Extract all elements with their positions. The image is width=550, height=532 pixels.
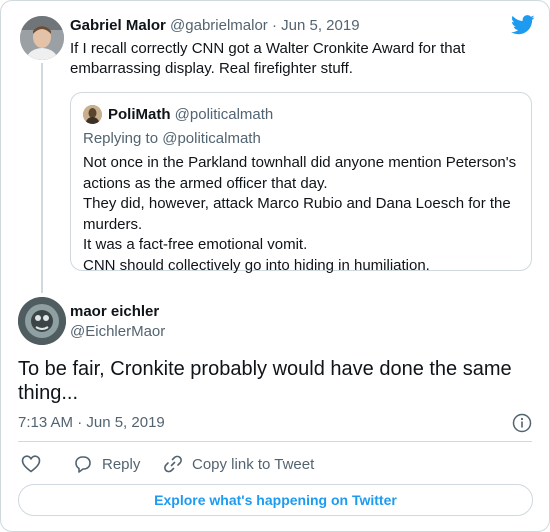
parent-author-handle[interactable]: @gabrielmalor (170, 17, 268, 34)
tweet-timestamp[interactable]: 7:13 AM · Jun 5, 2019 (18, 414, 165, 431)
reply-button[interactable]: Reply (73, 454, 140, 474)
copy-link-label: Copy link to Tweet (192, 455, 315, 473)
main-tweet-text: To be fair, Cronkite probably would have… (18, 357, 528, 405)
quoted-text-line: It was a fact-free emotional vomit. (83, 236, 308, 253)
reply-label: Reply (102, 455, 141, 473)
quoted-text-line: CNN should collectively go into hiding i… (83, 256, 430, 274)
parent-text-line-1: If I recall correctly CNN got a Walter C… (70, 40, 466, 57)
main-author-name[interactable]: maor eichler (70, 303, 159, 320)
meta-separator: · (267, 17, 282, 34)
parent-tweet-header: Gabriel Malor @gabrielmalor · Jun 5, 201… (70, 17, 360, 34)
twitter-bird-icon[interactable] (511, 15, 535, 35)
tweet-embed-card: Gabriel Malor @gabrielmalor · Jun 5, 201… (0, 0, 550, 532)
replying-to-text: Replying to @politicalmath (83, 130, 261, 147)
parent-tweet-date[interactable]: Jun 5, 2019 (281, 17, 359, 34)
thread-connector-line (41, 63, 43, 293)
quoted-text-line: They did, however, attack Marco Rubio an… (83, 195, 511, 212)
link-icon (164, 455, 182, 473)
heart-icon[interactable] (21, 454, 41, 474)
explore-twitter-button[interactable]: Explore what's happening on Twitter (18, 484, 533, 516)
quoted-author-handle: @politicalmath (174, 106, 274, 123)
main-text-line-2: thing... (18, 382, 79, 404)
gabriel-malor-avatar[interactable] (20, 16, 64, 60)
quoted-tweet[interactable]: PoliMath @politicalmath Replying to @pol… (70, 92, 532, 274)
quoted-author-name: PoliMath (108, 106, 171, 123)
info-icon[interactable] (512, 413, 532, 433)
parent-author-name[interactable]: Gabriel Malor (70, 17, 166, 34)
copy-link-button[interactable]: Copy link to Tweet (163, 454, 314, 474)
parent-tweet-text: If I recall correctly CNN got a Walter C… (70, 39, 510, 79)
quoted-tweet-text: Not once in the Parkland townhall did an… (83, 153, 523, 276)
speech-bubble-icon (75, 456, 91, 473)
parent-text-line-2: embarrassing display. Real firefighter s… (70, 60, 353, 77)
quoted-text-line: actions as the armed officer that day. (83, 174, 328, 192)
quoted-tweet-header: PoliMath @politicalmath (108, 106, 273, 123)
main-text-line-1: To be fair, Cronkite probably would have… (18, 358, 512, 380)
maor-eichler-avatar[interactable] (18, 297, 66, 345)
polimath-avatar (83, 105, 102, 124)
quoted-text-line: murders. (83, 215, 143, 233)
quoted-text-line: Not once in the Parkland townhall did an… (83, 154, 517, 171)
main-author-handle[interactable]: @EichlerMaor (70, 323, 165, 340)
actions-divider (18, 441, 532, 442)
